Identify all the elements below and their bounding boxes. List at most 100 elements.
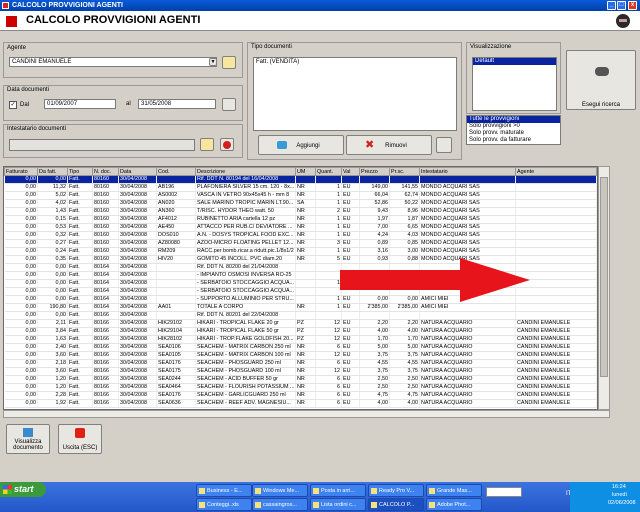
al-date-input[interactable]: 31/05/2008 <box>138 99 216 109</box>
chevron-down-icon[interactable]: ▼ <box>209 58 217 66</box>
table-row[interactable]: 0,00 2,40 Fatt. 80166 30/04/2008 SEA0106 SEACH… <box>4 343 597 352</box>
table-row[interactable]: 0,00 0,00 Fatt. 80160 30/04/2008 Rif. DDT N. … <box>4 175 597 184</box>
table-row[interactable]: 0,00 190,80 Fatt. 80164 30/04/2008 AA01 TOTALE… <box>4 303 597 312</box>
table-cell: 80160 <box>92 239 119 248</box>
table-cell: Fatt. <box>67 239 93 248</box>
table-row[interactable]: 0,00 0,53 Fatt. 80160 30/04/2008 AE450 ATTACCO… <box>4 223 597 232</box>
table-row[interactable]: 0,00 1,63 Fatt. 80166 30/04/2008 HIK28102 HIKA… <box>4 335 597 344</box>
start-button[interactable]: start <box>0 482 46 497</box>
table-cell: 5,02 <box>37 191 68 200</box>
visual-option[interactable]: Tutte le provvigioni <box>467 116 560 123</box>
table-cell: 2 <box>315 207 342 216</box>
table-row[interactable]: 0,00 0,24 Fatt. 80160 30/04/2008 RM209 RACC.pe… <box>4 247 597 256</box>
column-header[interactable]: N. doc. <box>92 167 119 176</box>
column-header[interactable]: Intestatario <box>419 167 516 176</box>
table-cell: 30/04/2008 <box>118 311 157 320</box>
table-row[interactable]: 0,00 1,92 Fatt. 80166 30/04/2008 SEA0636 SEACH… <box>4 399 597 408</box>
taskbar-item[interactable]: Conteggi..xls <box>196 498 252 511</box>
taskbar-item[interactable]: cassaingros... <box>252 498 308 511</box>
dal-date-input[interactable]: 01/09/2007 <box>44 99 116 109</box>
column-header[interactable]: Cod. <box>156 167 196 176</box>
column-header[interactable]: Da fatt. <box>37 167 68 176</box>
horizontal-scrollbar[interactable] <box>3 410 610 418</box>
column-header[interactable]: Val <box>341 167 360 176</box>
table-cell <box>156 295 196 304</box>
calendar-icon[interactable] <box>222 98 236 111</box>
table-cell: 30/04/2008 <box>118 239 157 248</box>
toolbar-widget[interactable] <box>486 487 522 497</box>
table-row[interactable]: 0,00 0,32 Fatt. 80160 30/04/2008 DOS010 A.N. -… <box>4 231 597 240</box>
column-header[interactable]: Agente <box>515 167 597 176</box>
taskbar-item[interactable]: Windows Me... <box>252 484 308 497</box>
dal-checkbox[interactable]: ✓ <box>9 101 17 109</box>
visual-list[interactable]: Default <box>472 57 557 111</box>
table-row[interactable]: 0,00 0,00 Fatt. 80166 30/04/2008 Rif. DDT N. … <box>4 311 597 320</box>
maximize-button[interactable]: □ <box>617 1 626 10</box>
column-header[interactable]: Tipo <box>67 167 93 176</box>
filter-icon[interactable] <box>436 137 452 153</box>
table-row[interactable]: 0,00 3,84 Fatt. 80166 30/04/2008 HIK29104 HIKA… <box>4 327 597 336</box>
table-row[interactable]: 0,00 2,28 Fatt. 80166 30/04/2008 SEA0176 SEACH… <box>4 391 597 400</box>
table-cell: 80166 <box>92 351 119 360</box>
table-row[interactable]: 0,00 3,60 Fatt. 80166 30/04/2008 SEA0175 SEACH… <box>4 367 597 376</box>
vertical-scrollbar[interactable] <box>598 166 610 410</box>
table-cell: 0,00 <box>4 191 38 200</box>
column-header[interactable]: Quant. <box>315 167 342 176</box>
taskbar-item[interactable]: Lista ordini c... <box>310 498 366 511</box>
column-header[interactable]: UM <box>295 167 316 176</box>
table-cell <box>515 191 597 200</box>
column-header[interactable]: Fatturato <box>4 167 38 176</box>
column-header[interactable]: Pr.sc. <box>389 167 420 176</box>
table-cell: 0,53 <box>37 223 68 232</box>
table-row[interactable]: 0,00 0,27 Fatt. 80160 30/04/2008 AZ80080 AZOO-… <box>4 239 597 248</box>
table-row[interactable]: 0,00 1,20 Fatt. 80166 30/04/2008 SEA0464 SEACH… <box>4 383 597 392</box>
table-cell: SEACHEM - MATRIX CARBON 250 ml <box>195 343 296 352</box>
taskbar-item[interactable]: CALCOLO P... <box>368 498 424 511</box>
table-row[interactable]: 0,00 5,02 Fatt. 80160 30/04/2008 AS0002 VASCA … <box>4 191 597 200</box>
tipo-list-item[interactable]: Fatt. (VENDITA) <box>256 58 456 66</box>
visualizza-documento-button[interactable]: Visualizza documento <box>6 424 50 454</box>
table-row[interactable]: 0,00 4,02 Fatt. 80160 30/04/2008 AN020 SALE MA… <box>4 199 597 208</box>
table-row[interactable]: 0,00 3,60 Fatt. 80166 30/04/2008 SEA0105 SEACH… <box>4 351 597 360</box>
clock-time[interactable]: 16:24 <box>612 484 626 490</box>
esegui-ricerca-button[interactable]: Esegui ricerca <box>566 50 636 110</box>
taskbar-item[interactable]: Ready Pro V... <box>368 484 424 497</box>
table-cell: 149,00 <box>359 183 390 192</box>
visual-option[interactable]: Solo provvigioni >0 <box>467 123 560 130</box>
scroll-thumb[interactable] <box>600 177 608 377</box>
table-cell: AE450 <box>156 223 196 232</box>
visual-option[interactable]: Solo provv. maturate <box>467 130 560 137</box>
taskbar-item[interactable]: Adobe Phot... <box>426 498 482 511</box>
visual-dropdown-list[interactable]: Tutte le provvigioni Solo provvigioni >0… <box>466 115 561 145</box>
table-cell: 0,00 <box>4 239 38 248</box>
table-cell: 6 <box>315 359 342 368</box>
folder-open-icon[interactable] <box>200 138 214 151</box>
table-row[interactable]: 0,00 11,32 Fatt. 80160 30/04/2008 AB196 PLAFON… <box>4 183 597 192</box>
folder-open-icon[interactable] <box>222 56 236 69</box>
tipo-list[interactable]: Fatt. (VENDITA) <box>253 57 457 131</box>
minimize-button[interactable]: _ <box>607 1 616 10</box>
agente-select[interactable]: CANDINI EMANUELE <box>9 57 217 67</box>
table-row[interactable]: 0,00 2,11 Fatt. 80166 30/04/2008 HIK29102 HIKA… <box>4 319 597 328</box>
clear-icon[interactable] <box>220 138 234 151</box>
intestatario-input[interactable] <box>9 139 195 151</box>
taskbar-item[interactable]: Grande Mas... <box>426 484 482 497</box>
system-tray: 16:24 lunedì 02/06/2008 <box>570 482 640 512</box>
table-row[interactable]: 0,00 1,43 Fatt. 80160 30/04/2008 AN360 T/RISC.… <box>4 207 597 216</box>
taskbar-item[interactable]: Business - E... <box>196 484 252 497</box>
table-row[interactable]: 0,00 2,18 Fatt. 80166 30/04/2008 SEA0176 SEACH… <box>4 359 597 368</box>
column-header[interactable]: Descrizione <box>195 167 296 176</box>
visual-selected[interactable]: Default <box>473 58 556 65</box>
table-row[interactable]: 0,00 1,20 Fatt. 80166 30/04/2008 SEA0244 SEACH… <box>4 375 597 384</box>
table-cell: NR <box>295 223 316 232</box>
table-cell: Fatt. <box>67 367 93 376</box>
column-header[interactable]: Data <box>118 167 157 176</box>
visual-option[interactable]: Solo provv. da fatturare <box>467 137 560 144</box>
rimuovi-button[interactable]: ✖ Rimuovi <box>346 135 432 155</box>
table-row[interactable]: 0,00 0,15 Fatt. 80160 30/04/2008 AF4012 RUBINE… <box>4 215 597 224</box>
column-header[interactable]: Prezzo <box>359 167 390 176</box>
uscita-button[interactable]: Uscita (ESC) <box>58 424 102 454</box>
close-button[interactable]: x <box>628 1 637 10</box>
aggiungi-button[interactable]: Aggiungi <box>258 135 344 155</box>
taskbar-item[interactable]: Posta in arri... <box>310 484 366 497</box>
